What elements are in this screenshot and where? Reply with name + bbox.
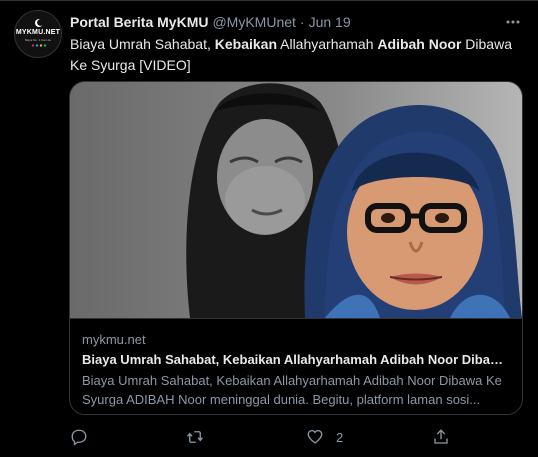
card-image[interactable] (70, 82, 522, 318)
author-handle[interactable]: @MyKMUnet (212, 14, 295, 30)
share-icon (434, 429, 448, 444)
avatar-dots-icon (31, 44, 47, 47)
like-count: 2 (336, 429, 344, 445)
card-description: Biaya Umrah Sahabat, Kebaikan Allahyarha… (82, 373, 502, 407)
link-card[interactable]: mykmu.net Biaya Umrah Sahabat, Kebaikan … (69, 81, 523, 415)
avatar-logo-text: MYKMU.NET (15, 29, 61, 36)
separator-dot: · (299, 14, 305, 30)
tweet-text-bold-segment: Kebaikan (214, 36, 277, 52)
article-photo-illustration (70, 82, 522, 318)
author-display-name[interactable]: Portal Berita MyKMU (70, 14, 208, 30)
crescent-logo-icon (35, 19, 44, 27)
heart-icon (307, 429, 323, 444)
retweet-icon (186, 431, 204, 443)
avatar-logo-subtext: Maya No. 1 Kai Lite (24, 38, 52, 42)
tweet-text-bold-segment: Adibah Noor (377, 36, 462, 52)
card-meta[interactable]: mykmu.net Biaya Umrah Sahabat, Kebaikan … (70, 318, 522, 414)
tweet-text: Biaya Umrah Sahabat, Kebaikan Allahyarha… (70, 34, 520, 76)
more-options-button[interactable] (502, 12, 524, 32)
card-domain: mykmu.net (82, 332, 146, 347)
tweet-actions: 2 (60, 424, 460, 450)
tweet[interactable]: MYKMU.NET Maya No. 1 Kai Lite Portal Ber… (0, 0, 538, 457)
like-button[interactable]: 2 (306, 424, 343, 450)
tweet-date[interactable]: Jun 19 (309, 14, 351, 30)
reply-button[interactable] (70, 424, 88, 450)
retweet-button[interactable] (186, 424, 204, 450)
tweet-header: Portal Berita MyKMU @MyKMUnet · Jun 19 (70, 12, 351, 32)
divider (0, 0, 538, 1)
ellipsis-icon (506, 20, 520, 24)
reply-icon (71, 429, 87, 446)
tweet-text-segment: Allahyarhamah (277, 36, 378, 52)
avatar[interactable]: MYKMU.NET Maya No. 1 Kai Lite (14, 10, 62, 58)
tweet-text-segment: Biaya Umrah Sahabat, (70, 36, 215, 52)
share-button[interactable] (432, 424, 450, 450)
card-title: Biaya Umrah Sahabat, Kebaikan Allahyarha… (82, 352, 510, 367)
